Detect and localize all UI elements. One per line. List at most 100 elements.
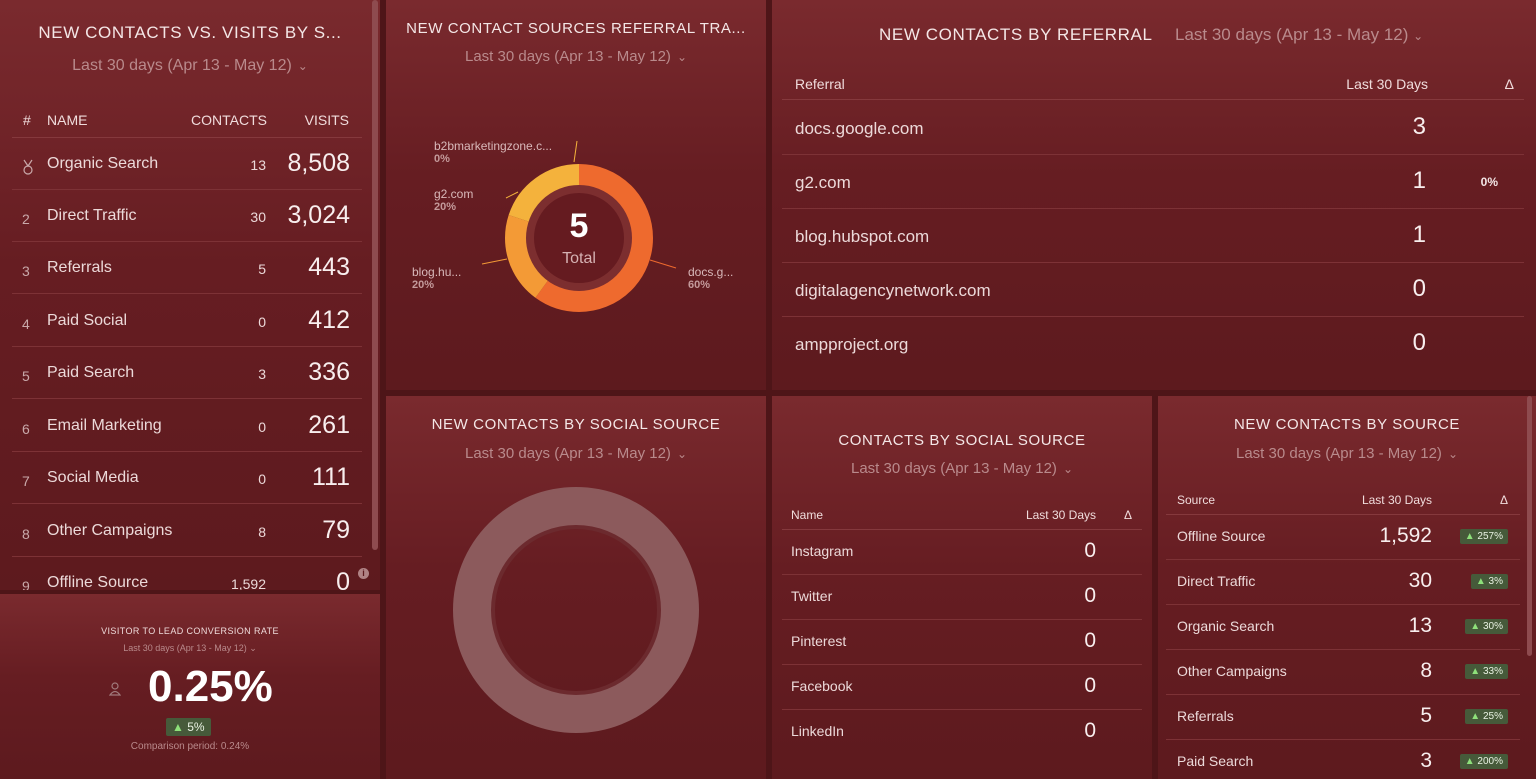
table-row[interactable]: Pinterest 0	[782, 620, 1142, 665]
scrollbar[interactable]	[372, 0, 378, 550]
empty-donut-chart	[453, 487, 699, 733]
change-value: 5%	[187, 720, 205, 734]
row-value: 3	[1412, 113, 1426, 140]
contacts-by-source-panel: NEW CONTACTS BY SOURCE Last 30 days (Apr…	[1158, 396, 1536, 779]
date-range-selector[interactable]: Last 30 days (Apr 13 - May 12) ⌄	[1175, 25, 1423, 45]
table-row[interactable]: Offline Source 1,592 ▲ 257%	[1166, 515, 1520, 560]
row-visits: 8,508	[287, 149, 350, 177]
slice-label: docs.g... 60%	[688, 265, 733, 291]
table-header: Source Last 30 Days Δ	[1166, 491, 1520, 515]
row-name: Other Campaigns	[47, 522, 173, 539]
table-row[interactable]: Referrals 5 ▲ 25%	[1166, 695, 1520, 740]
row-contacts: 13	[250, 157, 266, 173]
table-row[interactable]: Direct Traffic 30 ▲ 3%	[1166, 560, 1520, 605]
panel-title: NEW CONTACTS BY SOURCE	[1234, 416, 1460, 433]
row-visits: 412	[308, 306, 350, 334]
info-icon[interactable]: i	[358, 568, 369, 579]
table-row[interactable]: Organic Search 13 8,508	[12, 138, 362, 190]
table-row[interactable]: Twitter 0	[782, 575, 1142, 620]
table-row[interactable]: LinkedIn 0	[782, 710, 1142, 755]
slice-label: g2.com 20%	[434, 187, 473, 213]
col-last-30: Last 30 Days	[1346, 76, 1428, 92]
donut-inner-edge	[491, 525, 661, 695]
row-name: Referrals	[1177, 708, 1234, 724]
col-delta: Δ	[1499, 493, 1508, 507]
slice-pct: 0%	[434, 153, 450, 165]
table-row[interactable]: ampproject.org 0	[782, 317, 1524, 371]
col-name: NAME	[47, 112, 88, 128]
panel-title: VISITOR TO LEAD CONVERSION RATE	[101, 626, 279, 636]
change-value: 25%	[1482, 711, 1503, 722]
table-row[interactable]: Other Campaigns 8 ▲ 33%	[1166, 650, 1520, 695]
col-visits: VISITS	[304, 112, 349, 128]
row-contacts: 30	[250, 209, 266, 225]
table-row[interactable]: 8 Other Campaigns 8 79	[12, 505, 362, 557]
chevron-down-icon: ⌄	[249, 643, 257, 653]
col-name: Name	[791, 508, 824, 522]
row-visits: 111	[311, 463, 350, 491]
arrow-up-icon: ▲	[1464, 531, 1475, 542]
scrollbar[interactable]	[1527, 396, 1532, 656]
col-last-30: Last 30 Days	[1025, 508, 1096, 522]
table-row[interactable]: digitalagencynetwork.com 0	[782, 263, 1524, 317]
date-range-label: Last 30 days (Apr 13 - May 12)	[1236, 445, 1442, 462]
table-header: Name Last 30 Days Δ	[782, 506, 1142, 530]
change-badge: ▲ 257%	[1459, 529, 1508, 544]
row-value: 1	[1412, 221, 1426, 248]
slice-pct: 20%	[434, 201, 457, 213]
conversion-rate-panel: VISITOR TO LEAD CONVERSION RATE Last 30 …	[0, 594, 380, 779]
row-rank: 7	[22, 473, 30, 489]
row-contacts: 0	[258, 419, 266, 435]
row-name: Email Marketing	[47, 417, 162, 434]
date-range-selector[interactable]: Last 30 days (Apr 13 - May 12) ⌄	[0, 643, 380, 654]
table-row[interactable]: 3 Referrals 5 443	[12, 242, 362, 294]
row-contacts: 1,592	[230, 576, 266, 590]
row-value: 1,592	[1379, 524, 1432, 547]
comparison-text: Comparison period: 0.24%	[130, 741, 250, 752]
row-name: Offline Source	[1177, 528, 1266, 544]
row-value: 0	[1084, 584, 1096, 607]
table-row[interactable]: docs.google.com 3	[782, 101, 1524, 155]
row-delta: 0%	[1480, 175, 1498, 189]
row-name: Paid Search	[1177, 753, 1254, 769]
table-row[interactable]: blog.hubspot.com 1	[782, 209, 1524, 263]
row-name: Pinterest	[791, 633, 847, 649]
referral-traffic-panel: NEW CONTACT SOURCES REFERRAL TRA... Last…	[386, 0, 766, 390]
row-name: blog.hubspot.com	[795, 227, 930, 246]
row-name: docs.google.com	[795, 119, 924, 138]
change-value: 30%	[1482, 621, 1503, 632]
row-name: Referrals	[47, 259, 112, 276]
arrow-up-icon: ▲	[1475, 576, 1486, 587]
row-rank: 4	[22, 316, 30, 332]
table-row[interactable]: 7 Social Media 0 111	[12, 452, 362, 504]
kpi-value: 0.25%	[148, 662, 273, 711]
table-row[interactable]: Organic Search 13 ▲ 30%	[1166, 605, 1520, 650]
date-range-label: Last 30 days (Apr 13 - May 12)	[851, 460, 1057, 477]
contacts-by-referral-panel: NEW CONTACTS BY REFERRAL Last 30 days (A…	[772, 0, 1536, 390]
table-row[interactable]: 6 Email Marketing 0 261	[12, 400, 362, 452]
table-row[interactable]: Paid Search 3 ▲ 200%	[1166, 740, 1520, 779]
row-visits: 336	[308, 358, 350, 386]
table-row[interactable]: Instagram 0	[782, 530, 1142, 575]
table-row[interactable]: 4 Paid Social 0 412	[12, 295, 362, 347]
table-row[interactable]: 2 Direct Traffic 30 3,024	[12, 190, 362, 242]
row-visits: 261	[308, 411, 350, 439]
date-range-selector[interactable]: Last 30 days (Apr 13 - May 12) ⌄	[0, 57, 380, 75]
table-row[interactable]: g2.com 1 0%	[782, 155, 1524, 209]
row-name: Twitter	[791, 588, 833, 604]
row-rank: 2	[22, 211, 30, 227]
row-value: 30	[1408, 569, 1432, 592]
row-name: Instagram	[791, 543, 854, 559]
contacts-vs-visits-panel: NEW CONTACTS VS. VISITS BY S... Last 30 …	[0, 0, 380, 590]
row-value: 0	[1084, 539, 1096, 562]
row-value: 13	[1408, 614, 1432, 637]
table-row[interactable]: 9 Offline Source 1,592 0	[12, 557, 362, 590]
slice-name: b2bmarketingzone.c...	[434, 139, 553, 153]
date-range-selector[interactable]: Last 30 days (Apr 13 - May 12) ⌄	[1158, 445, 1536, 462]
row-contacts: 3	[258, 366, 266, 382]
chevron-down-icon: ⌄	[297, 59, 308, 73]
table-row[interactable]: Facebook 0	[782, 665, 1142, 710]
date-range-selector[interactable]: Last 30 days (Apr 13 - May 12) ⌄	[772, 460, 1152, 477]
row-name: Paid Social	[47, 312, 128, 329]
table-row[interactable]: 5 Paid Search 3 336	[12, 347, 362, 399]
